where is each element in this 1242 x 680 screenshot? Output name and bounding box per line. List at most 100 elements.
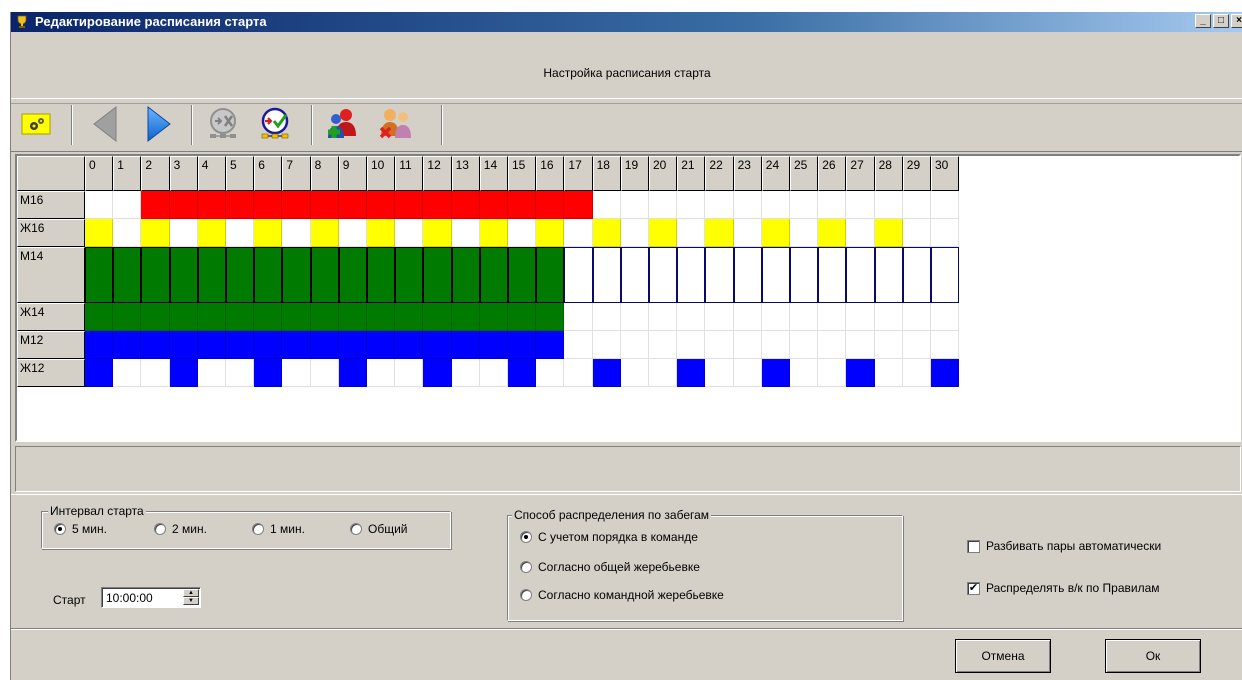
slot-empty[interactable] — [761, 191, 790, 219]
column-header[interactable]: 0 — [85, 156, 114, 191]
slot-outlined[interactable] — [761, 247, 790, 303]
slot-filled[interactable] — [113, 331, 142, 359]
slot-filled[interactable] — [338, 303, 367, 331]
slot-filled[interactable] — [254, 247, 283, 303]
slot-empty[interactable] — [733, 303, 762, 331]
slot-empty[interactable] — [677, 191, 706, 219]
column-header[interactable]: 21 — [677, 156, 706, 191]
column-header[interactable]: 10 — [367, 156, 396, 191]
row-header[interactable]: Ж12 — [17, 359, 85, 387]
slot-empty[interactable] — [902, 331, 931, 359]
slot-empty[interactable] — [874, 359, 903, 387]
slot-filled[interactable] — [197, 247, 226, 303]
slot-outlined[interactable] — [564, 247, 593, 303]
column-header[interactable]: 6 — [254, 156, 283, 191]
slot-filled[interactable] — [536, 247, 565, 303]
distribute-by-rules-checkbox[interactable]: ✔ Распределять в/к по Правилам — [967, 581, 1160, 595]
column-header[interactable]: 25 — [790, 156, 819, 191]
slot-filled[interactable] — [226, 191, 255, 219]
interval-5min-radio[interactable]: 5 мин. — [54, 522, 107, 536]
schedule-grid[interactable]: 0 1 2 3 4 5 6 7 8 9 10 11 12 13 14 15 16 17 18 19 20 21 22 23 24… — [15, 154, 1241, 442]
slot-empty[interactable] — [226, 219, 255, 247]
cancel-button[interactable]: Отмена — [955, 639, 1051, 673]
slot-filled[interactable] — [818, 219, 847, 247]
column-header[interactable]: 23 — [733, 156, 762, 191]
slot-filled[interactable] — [508, 331, 537, 359]
slot-filled[interactable] — [423, 359, 452, 387]
slot-empty[interactable] — [85, 191, 114, 219]
slot-filled[interactable] — [677, 359, 706, 387]
column-header[interactable]: 4 — [197, 156, 226, 191]
slot-filled[interactable] — [479, 191, 508, 219]
slot-empty[interactable] — [310, 359, 339, 387]
slot-empty[interactable] — [141, 359, 170, 387]
auto-split-pairs-checkbox[interactable]: Разбивать пары автоматически — [967, 539, 1161, 553]
slot-empty[interactable] — [620, 303, 649, 331]
slot-filled[interactable] — [451, 303, 480, 331]
slot-filled[interactable] — [508, 191, 537, 219]
slot-filled[interactable] — [423, 331, 452, 359]
clear-schedule-button[interactable] — [203, 99, 243, 149]
slot-filled[interactable] — [85, 303, 114, 331]
slot-outlined[interactable] — [620, 247, 649, 303]
slot-empty[interactable] — [733, 219, 762, 247]
slot-filled[interactable] — [169, 303, 198, 331]
slot-empty[interactable] — [367, 359, 396, 387]
slot-filled[interactable] — [479, 331, 508, 359]
slot-filled[interactable] — [310, 191, 339, 219]
slot-empty[interactable] — [902, 219, 931, 247]
slot-empty[interactable] — [874, 331, 903, 359]
slot-filled[interactable] — [226, 331, 255, 359]
slot-filled[interactable] — [141, 219, 170, 247]
slot-empty[interactable] — [677, 219, 706, 247]
slot-filled[interactable] — [141, 303, 170, 331]
slot-filled[interactable] — [338, 247, 367, 303]
slot-empty[interactable] — [818, 359, 847, 387]
slot-empty[interactable] — [395, 359, 424, 387]
slot-filled[interactable] — [423, 219, 452, 247]
slot-empty[interactable] — [677, 331, 706, 359]
column-header[interactable]: 20 — [649, 156, 678, 191]
column-header[interactable]: 29 — [902, 156, 931, 191]
slot-filled[interactable] — [310, 303, 339, 331]
slot-empty[interactable] — [902, 359, 931, 387]
slot-filled[interactable] — [846, 359, 875, 387]
slot-empty[interactable] — [733, 331, 762, 359]
column-header[interactable]: 2 — [141, 156, 170, 191]
slot-outlined[interactable] — [790, 247, 819, 303]
slot-filled[interactable] — [197, 219, 226, 247]
slot-filled[interactable] — [226, 247, 255, 303]
slot-filled[interactable] — [536, 191, 565, 219]
slot-outlined[interactable] — [818, 247, 847, 303]
spin-down-button[interactable]: ▼ — [183, 597, 199, 605]
column-header[interactable]: 22 — [705, 156, 734, 191]
slot-empty[interactable] — [705, 359, 734, 387]
slot-empty[interactable] — [649, 191, 678, 219]
row-header[interactable]: М16 — [17, 191, 85, 219]
add-group-button[interactable] — [321, 99, 363, 149]
slot-filled[interactable] — [254, 331, 283, 359]
slot-filled[interactable] — [310, 331, 339, 359]
slot-filled[interactable] — [536, 219, 565, 247]
column-header[interactable]: 5 — [226, 156, 255, 191]
column-header[interactable]: 16 — [536, 156, 565, 191]
start-time-spinner[interactable]: 10:00:00 ▲ ▼ — [101, 587, 201, 608]
slot-outlined[interactable] — [592, 247, 621, 303]
slot-outlined[interactable] — [874, 247, 903, 303]
slot-filled[interactable] — [508, 303, 537, 331]
column-header[interactable]: 9 — [338, 156, 367, 191]
slot-empty[interactable] — [705, 303, 734, 331]
interval-common-radio[interactable]: Общий — [350, 522, 408, 536]
slot-filled[interactable] — [761, 359, 790, 387]
column-header[interactable]: 19 — [620, 156, 649, 191]
slot-filled[interactable] — [282, 247, 311, 303]
slot-filled[interactable] — [169, 359, 198, 387]
slot-filled[interactable] — [338, 191, 367, 219]
slot-empty[interactable] — [705, 331, 734, 359]
ok-button[interactable]: Ок — [1105, 639, 1201, 673]
spin-up-button[interactable]: ▲ — [183, 589, 199, 597]
slot-empty[interactable] — [536, 359, 565, 387]
slot-filled[interactable] — [508, 247, 537, 303]
dist-general-draw-radio[interactable]: Согласно общей жеребьевке — [520, 560, 700, 574]
slot-filled[interactable] — [479, 247, 508, 303]
